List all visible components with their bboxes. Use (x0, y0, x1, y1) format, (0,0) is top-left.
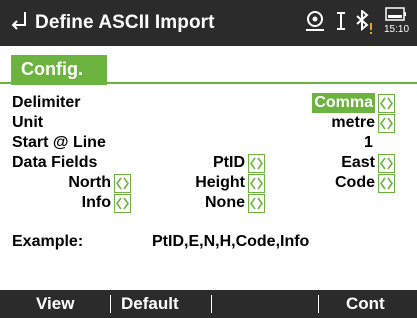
data-field-7[interactable]: None (205, 193, 245, 213)
data-field-5[interactable]: Code (335, 173, 375, 193)
cont-button[interactable]: Cont (346, 294, 385, 314)
data-field-4[interactable]: Height (195, 173, 245, 193)
bluetooth-warning-icon (356, 10, 372, 34)
left-right-arrows-icon (378, 94, 395, 113)
delimiter-label: Delimiter (12, 94, 81, 111)
data-field-3[interactable]: North (68, 173, 111, 193)
left-right-arrows-icon (248, 174, 265, 193)
data-field-1-selector[interactable] (248, 154, 265, 173)
example-label: Example: (12, 233, 84, 250)
delimiter-value[interactable]: Comma (312, 93, 375, 113)
left-right-arrows-icon (378, 154, 395, 173)
softkey-separator (110, 295, 111, 313)
left-right-arrows-icon (114, 174, 131, 193)
start-line-label: Start @ Line (12, 134, 106, 151)
start-line-input[interactable]: 1 (364, 133, 373, 153)
left-right-arrows-icon (114, 194, 131, 213)
data-field-5-selector[interactable] (378, 174, 395, 193)
tab-config[interactable]: Config. (11, 55, 107, 85)
data-field-6-selector[interactable] (114, 194, 131, 213)
left-right-arrows-icon (248, 154, 265, 173)
data-field-1[interactable]: PtID (213, 153, 245, 173)
unit-value[interactable]: metre (331, 113, 375, 133)
left-right-arrows-icon (378, 174, 395, 193)
delimiter-selector[interactable] (378, 94, 395, 113)
title-bar: Define ASCII Import 15:10 (0, 0, 417, 46)
clock: 15:10 (384, 24, 410, 35)
window-title: Define ASCII Import (35, 12, 215, 33)
data-field-4-selector[interactable] (248, 174, 265, 193)
tab-bar: Config. (0, 52, 417, 85)
back-arrow-icon[interactable] (11, 11, 27, 31)
text-cursor-icon (337, 12, 345, 30)
view-button[interactable]: View (36, 294, 74, 314)
unit-label: Unit (12, 114, 44, 131)
unit-selector[interactable] (378, 114, 395, 133)
left-right-arrows-icon (378, 114, 395, 133)
battery-icon (385, 7, 406, 21)
data-field-7-selector[interactable] (248, 194, 265, 213)
data-field-2-selector[interactable] (378, 154, 395, 173)
data-field-6[interactable]: Info (82, 193, 111, 213)
data-field-3-selector[interactable] (114, 174, 131, 193)
data-field-2[interactable]: East (341, 153, 375, 173)
softkey-separator (318, 295, 319, 313)
data-fields-label: Data Fields (12, 154, 98, 171)
position-status-icon (306, 11, 324, 31)
example-value: PtID,E,N,H,Code,Info (152, 233, 310, 250)
left-right-arrows-icon (248, 194, 265, 213)
default-button[interactable]: Default (121, 294, 179, 314)
softkey-separator (211, 295, 212, 313)
softkey-bar: View Default Cont (0, 290, 417, 318)
